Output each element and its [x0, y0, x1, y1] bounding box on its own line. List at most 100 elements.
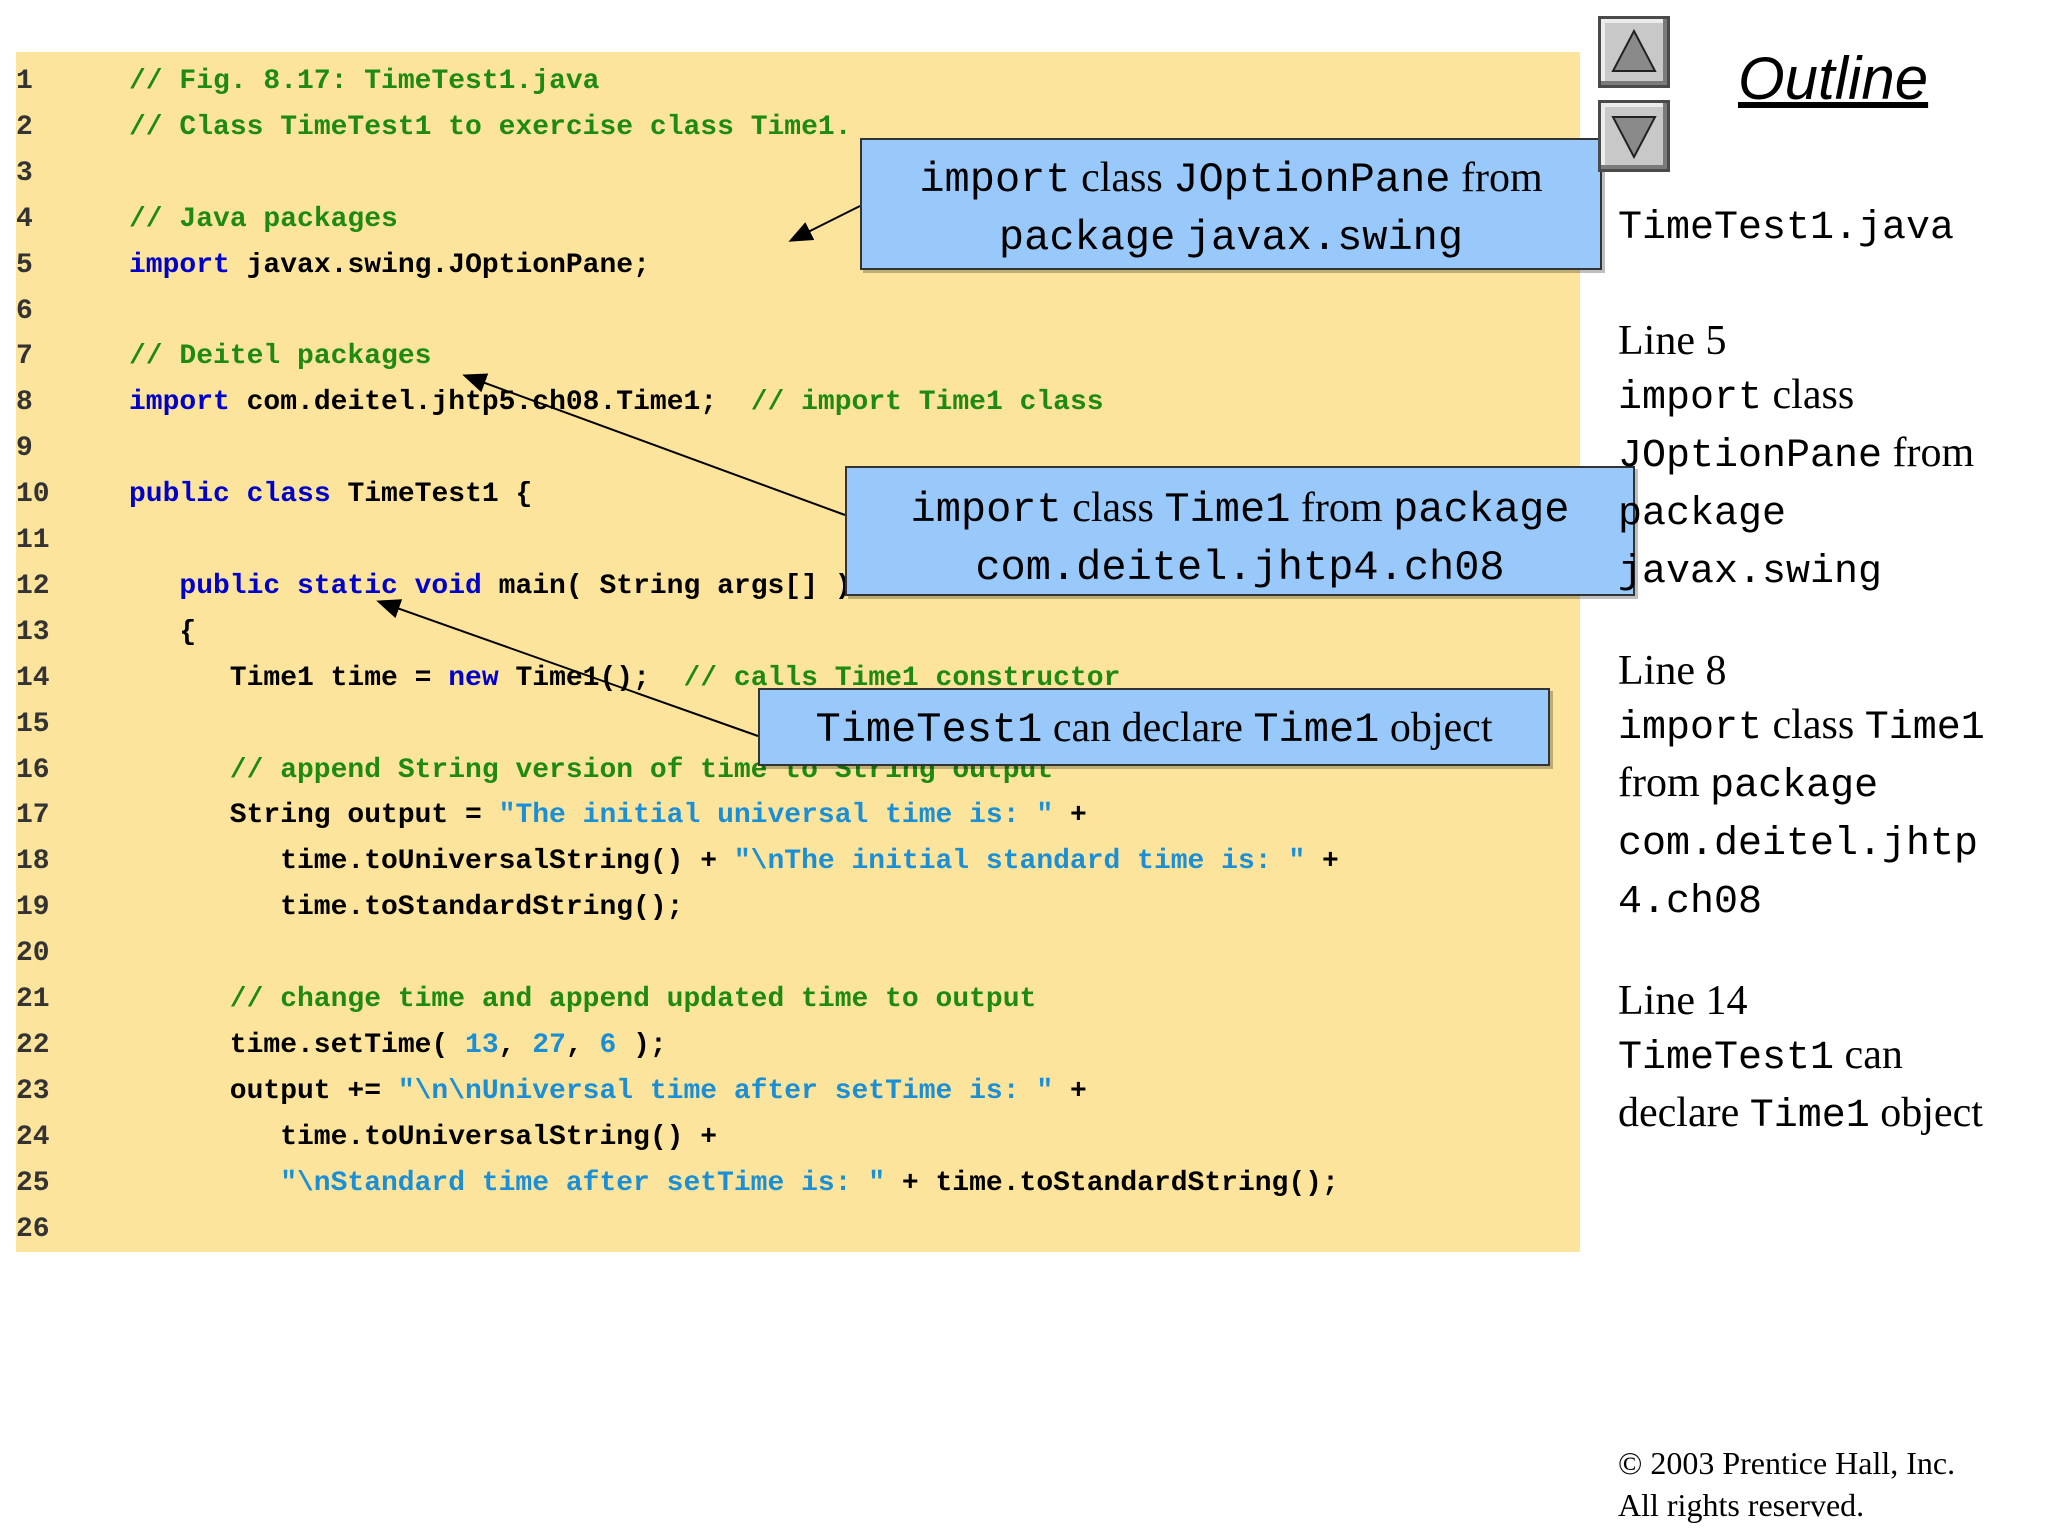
outline-text: javax.swing	[1618, 550, 1883, 595]
line-number: 2	[16, 111, 33, 143]
callout-declare-time1: TimeTest1 can declare Time1 object	[758, 688, 1550, 766]
code-token: "The initial universal time is: "	[498, 800, 1054, 832]
callout-text: object	[1379, 705, 1493, 751]
code-token: // Deitel packages	[129, 341, 432, 373]
outline-text: from	[1882, 430, 1975, 476]
code-line: 17 String output = "The initial universal…	[16, 794, 1580, 838]
callout-text: class	[1061, 485, 1165, 531]
code-token: TimeTest1 {	[330, 479, 533, 511]
code-token: 13	[465, 1029, 499, 1061]
code-line: 22 time.setTime( 13, 27, 6 );	[16, 1024, 1580, 1068]
code-text: {	[179, 611, 196, 655]
callout-text: import	[919, 156, 1071, 204]
line-number: 4	[16, 203, 33, 235]
code-token: main( String args[] )	[481, 570, 852, 602]
line-number: 20	[16, 938, 50, 970]
code-token: // Java packages	[129, 203, 398, 235]
callout-text: Time1	[1253, 706, 1380, 754]
code-token: 6	[599, 1029, 617, 1061]
code-text: String output = "The initial universal t…	[230, 794, 1087, 838]
outline-text: class	[1762, 372, 1855, 418]
code-token: "\nThe initial standard time is: "	[733, 846, 1306, 878]
code-token: + time.toStandardString();	[885, 1167, 1339, 1199]
line-number: 18	[16, 846, 50, 878]
line-number: 8	[16, 387, 33, 419]
code-token: import	[129, 249, 230, 281]
line-number: 23	[16, 1075, 50, 1107]
code-token: "\n\nUniversal time after setTime is: "	[397, 1075, 1054, 1107]
code-token: Time1();	[498, 662, 684, 694]
line-number: 25	[16, 1167, 50, 1199]
outline-text: Time1	[1749, 1094, 1870, 1139]
code-token: Time1 time =	[229, 662, 449, 694]
code-token: output +=	[229, 1075, 398, 1107]
code-text: time.setTime( 13, 27, 6 );	[230, 1024, 667, 1068]
code-token: time.toUniversalString() +	[280, 846, 734, 878]
code-line: 18 time.toUniversalString() + "\nThe init…	[16, 840, 1580, 884]
line-number: 13	[16, 616, 50, 648]
outline-text: class	[1762, 702, 1865, 748]
outline-heading: Line 8	[1618, 648, 1727, 694]
outline-text: declare	[1618, 1090, 1750, 1136]
callout-text: import	[910, 486, 1062, 534]
code-text: import javax.swing.JOptionPane;	[129, 244, 650, 288]
line-number: 26	[16, 1213, 50, 1245]
line-number: 24	[16, 1121, 50, 1153]
code-text: // Class TimeTest1 to exercise class Tim…	[129, 106, 852, 150]
code-token: public static void	[179, 570, 482, 602]
code-text: import com.deitel.jhtp5.ch08.Time1; // i…	[129, 381, 1104, 425]
callout-text: from	[1450, 155, 1543, 201]
code-line: 8 import com.deitel.jhtp5.ch08.Time1; // …	[16, 381, 1580, 425]
callout-text: from	[1290, 485, 1394, 531]
code-token: time.setTime(	[229, 1029, 466, 1061]
code-line: 6	[16, 290, 1580, 334]
outline-title: Outline	[1738, 45, 1929, 112]
code-token: +	[1305, 846, 1339, 878]
outline-heading: Line 14	[1618, 978, 1748, 1024]
code-line: 25 "\nStandard time after setTime is: " +…	[16, 1162, 1580, 1206]
code-text: output += "\n\nUniversal time after setT…	[230, 1070, 1087, 1114]
callout-text: com.deitel.jhtp4.ch08	[975, 544, 1505, 592]
triangle-up-icon	[1611, 28, 1657, 72]
line-number: 12	[16, 570, 50, 602]
code-token: "\nStandard time after setTime is: "	[280, 1167, 886, 1199]
outline-text: TimeTest1	[1618, 1036, 1835, 1081]
outline-text: object	[1869, 1090, 1983, 1136]
code-line: 20	[16, 932, 1580, 976]
callout-text: class	[1070, 155, 1174, 201]
code-text: // change time and append updated time t…	[230, 978, 1037, 1022]
line-number: 10	[16, 479, 50, 511]
code-token: // change time and append updated time t…	[229, 984, 1037, 1015]
line-number: 3	[16, 157, 33, 189]
next-slide-button[interactable]	[1598, 100, 1670, 172]
code-token: );	[616, 1029, 667, 1061]
outline-text: 4.ch08	[1618, 880, 1763, 925]
copyright-line: © 2003 Prentice Hall, Inc.	[1618, 1445, 1956, 1481]
callout-text: can declare	[1042, 705, 1254, 751]
callout-text: TimeTest1	[815, 706, 1043, 754]
callout-text: package	[998, 214, 1176, 262]
outline-text: can	[1834, 1032, 1903, 1078]
previous-slide-button[interactable]	[1598, 16, 1670, 88]
callout-text: package	[1393, 486, 1570, 534]
outline-line-5: Line 5 import class JOptionPane from pac…	[1618, 314, 2038, 600]
code-token: // Fig. 8.17: TimeTest1.java	[129, 66, 600, 97]
line-number: 22	[16, 1029, 50, 1061]
code-token: +	[1053, 800, 1087, 832]
code-token: // Class TimeTest1 to exercise class Tim…	[129, 111, 852, 143]
callout-text: javax.swing	[1185, 214, 1464, 262]
line-number: 7	[16, 341, 33, 373]
outline-file-name: TimeTest1.java	[1618, 206, 1955, 251]
copyright-notice: © 2003 Prentice Hall, Inc. All rights re…	[1618, 1442, 1955, 1526]
line-number: 14	[16, 662, 50, 694]
outline-line-8: Line 8 import class Time1 from package c…	[1618, 644, 2038, 930]
copyright-line: All rights reserved.	[1618, 1487, 1865, 1523]
code-line: 19 time.toStandardString();	[16, 886, 1580, 930]
code-line: 1 // Fig. 8.17: TimeTest1.java	[16, 60, 1580, 104]
code-token: // import Time1 class	[750, 387, 1104, 419]
outline-text: from	[1618, 760, 1711, 806]
line-number: 6	[16, 295, 33, 327]
callout-joptionpane: import class JOptionPane from package ja…	[860, 138, 1602, 270]
code-text: public static void main( String args[] )	[179, 565, 851, 609]
code-text: // Java packages	[129, 198, 398, 242]
